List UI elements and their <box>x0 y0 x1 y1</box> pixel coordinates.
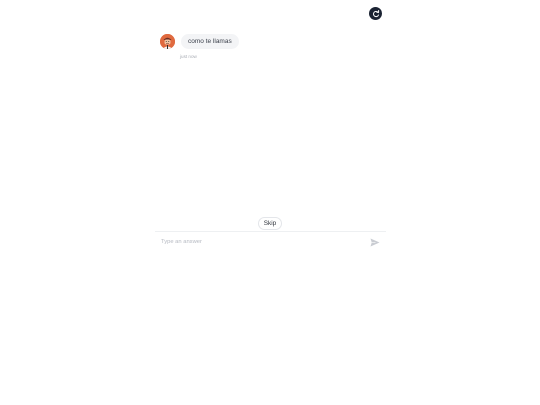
refresh-button[interactable] <box>369 7 382 20</box>
input-divider <box>155 231 386 232</box>
skip-button[interactable]: Skip <box>258 217 282 230</box>
bot-avatar-icon <box>160 34 175 50</box>
message-bubble: como te llamas <box>181 34 239 50</box>
chat-widget: como te llamas just now Skip <box>0 0 540 405</box>
message-timestamp: just now <box>180 54 197 59</box>
message-row: como te llamas <box>160 34 239 50</box>
refresh-icon <box>372 9 379 17</box>
avatar <box>160 34 175 50</box>
send-icon <box>370 238 379 246</box>
answer-input[interactable] <box>159 236 363 248</box>
send-button[interactable] <box>369 237 380 247</box>
